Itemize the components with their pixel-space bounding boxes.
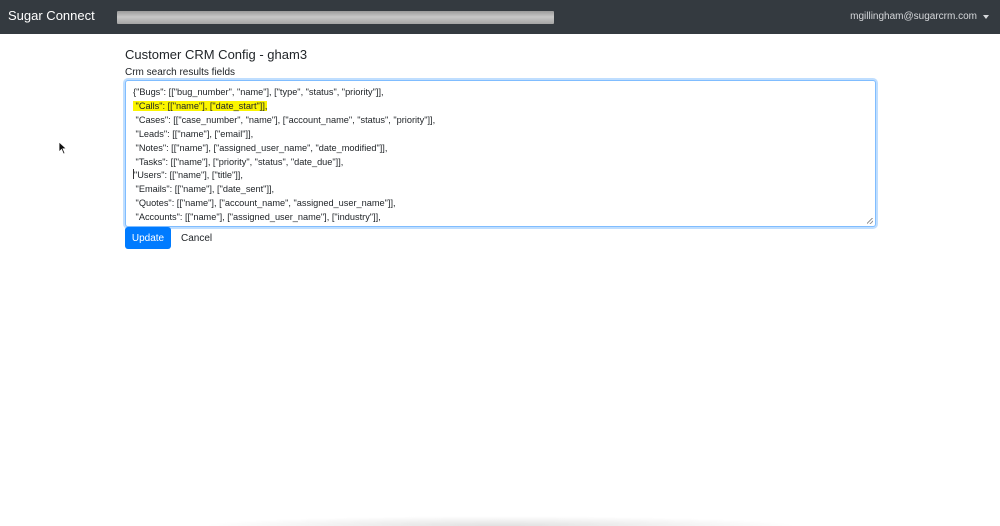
code-line: "Cases": [["case_number", "name"], ["acc… (133, 114, 436, 125)
chevron-down-icon (983, 14, 989, 19)
code-line: "Tasks": [["name"], ["priority", "status… (133, 156, 344, 167)
user-email: mgillingham@sugarcrm.com (850, 11, 977, 22)
code-line: "Notes": [["name"], ["assigned_user_name… (133, 142, 388, 153)
resize-handle-icon[interactable] (867, 218, 873, 224)
highlighted-text: "Calls": [["name"], ["date_start"]], (133, 100, 268, 111)
code-line: "Emails": [["name"], ["date_sent"]], (133, 184, 275, 195)
code-line-highlighted: "Calls": [["name"], ["date_start"]], (133, 100, 868, 114)
window-shadow (200, 516, 800, 526)
crm-search-results-textarea[interactable]: {"Bugs": [["bug_number", "name"], ["type… (125, 80, 876, 227)
code-line: "Accounts": [["name"], ["assigned_user_n… (133, 212, 381, 223)
redacted-bar (117, 11, 554, 24)
mouse-pointer-icon (58, 141, 68, 155)
code-line-text: "Users": [["name"], ["title"]], (134, 170, 243, 181)
page-title: Customer CRM Config - gham3 (125, 47, 308, 62)
user-menu-dropdown[interactable]: mgillingham@sugarcrm.com (850, 11, 989, 22)
cancel-button[interactable]: Cancel (176, 227, 217, 249)
code-line: "Quotes": [["name"], ["account_name", "a… (133, 198, 396, 209)
top-navbar: Sugar Connect mgillingham@sugarcrm.com (0, 0, 1000, 34)
brand-link[interactable]: Sugar Connect (8, 8, 95, 23)
code-line: "Leads": [["name"], ["email"]], (133, 128, 254, 139)
code-line: {"Bugs": [["bug_number", "name"], ["type… (133, 87, 384, 97)
update-button[interactable]: Update (125, 227, 171, 249)
code-line-with-cursor: "Users": [["name"], ["title"]], (133, 169, 868, 183)
crm-search-results-label: Crm search results fields (125, 67, 236, 78)
